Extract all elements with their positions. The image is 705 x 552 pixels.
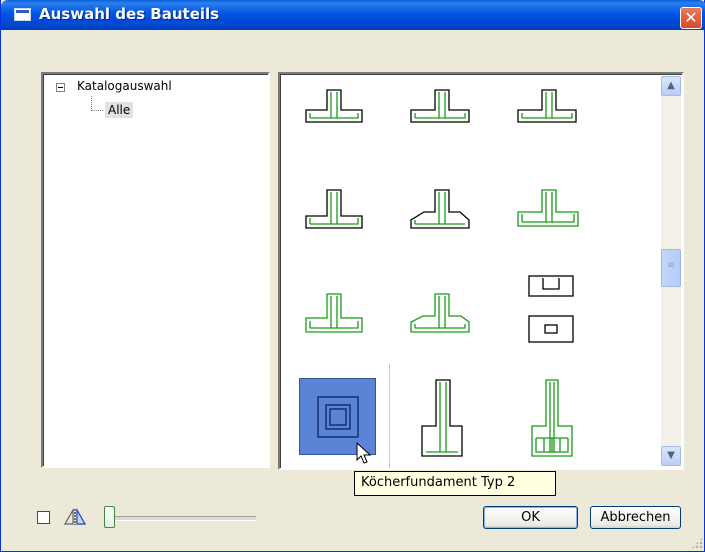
- list-item[interactable]: [288, 182, 380, 262]
- foundation-thumbnail-icon: [517, 89, 577, 123]
- close-button[interactable]: ✕: [680, 7, 702, 29]
- list-item[interactable]: [506, 270, 598, 352]
- tree-item-alle[interactable]: Alle: [105, 102, 134, 118]
- title-bar[interactable]: Auswahl des Bauteils ✕: [1, 0, 705, 30]
- zoom-slider-thumb[interactable]: [104, 506, 115, 528]
- list-item[interactable]: [397, 286, 489, 366]
- tree-connector: [91, 110, 103, 111]
- chevron-down-icon: ▼: [667, 450, 675, 461]
- chevron-up-icon: ▲: [667, 80, 675, 91]
- mouse-pointer-icon: [356, 442, 372, 464]
- foundation-thumbnail-icon: [410, 293, 470, 333]
- scroll-up-button[interactable]: ▲: [661, 76, 681, 96]
- catalog-tree[interactable]: Katalogauswahl Alle: [41, 72, 270, 468]
- grid-divider: [389, 364, 390, 468]
- grid-divider: [284, 468, 389, 469]
- tooltip: Köcherfundament Typ 2: [354, 471, 556, 496]
- list-item[interactable]: [397, 182, 489, 262]
- tree-item-katalogauswahl[interactable]: Katalogauswahl: [77, 79, 172, 93]
- close-icon: ✕: [684, 8, 698, 27]
- list-item[interactable]: [397, 80, 489, 160]
- component-gallery[interactable]: [278, 72, 684, 470]
- foundation-thumbnail-icon: [517, 189, 579, 227]
- foundation-section-icon: [531, 379, 573, 457]
- scroll-down-button[interactable]: ▼: [661, 446, 681, 466]
- foundation-thumbnail-icon: [410, 89, 470, 123]
- tree-connector: [91, 96, 92, 111]
- window-title: Auswahl des Bauteils: [39, 5, 220, 23]
- ok-button[interactable]: OK: [483, 506, 578, 529]
- list-item[interactable]: [288, 286, 380, 366]
- foundation-thumbnail-icon: [305, 293, 363, 333]
- list-item[interactable]: [506, 80, 598, 160]
- list-item[interactable]: [506, 374, 598, 464]
- window-icon: [14, 8, 31, 21]
- list-item[interactable]: [506, 182, 598, 262]
- pocket-foundation-plan-icon: [528, 275, 574, 343]
- foundation-thumbnail-icon: [410, 189, 470, 229]
- list-item[interactable]: [288, 80, 380, 160]
- foundation-section-icon: [421, 379, 463, 457]
- list-item[interactable]: [397, 374, 489, 464]
- mirror-icon[interactable]: [63, 508, 93, 526]
- square-icon[interactable]: [37, 511, 50, 524]
- dialog-window: Auswahl des Bauteils ✕ Katalogauswahl Al…: [0, 0, 705, 552]
- zoom-slider-track[interactable]: [106, 516, 256, 521]
- scroll-thumb[interactable]: [661, 249, 681, 287]
- collapse-icon[interactable]: [56, 83, 65, 92]
- cancel-button[interactable]: Abbrechen: [590, 506, 681, 529]
- resize-grip-icon[interactable]: [691, 537, 703, 549]
- foundation-thumbnail-icon: [305, 189, 363, 229]
- foundation-thumbnail-icon: [305, 89, 363, 123]
- gallery-scrollbar[interactable]: ▲ ▼: [661, 76, 681, 466]
